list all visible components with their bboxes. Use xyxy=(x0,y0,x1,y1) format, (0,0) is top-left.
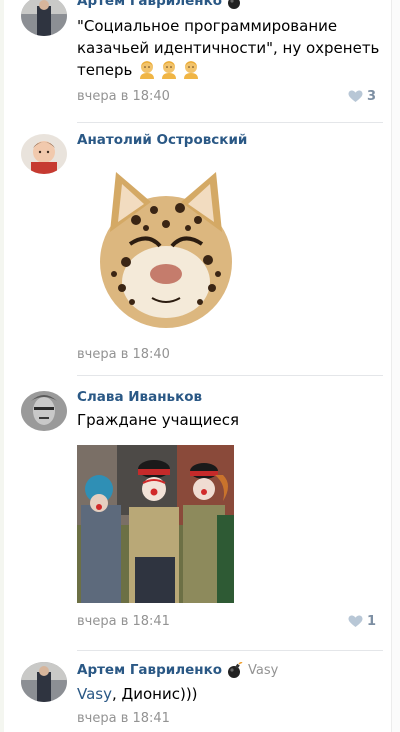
comment-date[interactable]: вчера в 18:40 xyxy=(77,89,170,104)
comment-text: Граждане учащиеся xyxy=(77,411,240,429)
like-count: 3 xyxy=(366,89,376,104)
author-name[interactable]: Анатолий Островский xyxy=(77,132,247,148)
comment-date[interactable]: вчера в 18:41 xyxy=(77,711,170,726)
person-blond-icon xyxy=(140,61,155,79)
author-name[interactable]: Артем Гавриленко xyxy=(77,662,222,678)
comment: Слава Иваньков Граждане учащиеся вчера в… xyxy=(0,375,392,650)
avatar[interactable] xyxy=(21,391,67,431)
comment: Артем Гавриленко "Социальное программиро… xyxy=(0,0,392,122)
mention-link[interactable]: Vasy xyxy=(77,685,112,703)
comment-date[interactable]: вчера в 18:41 xyxy=(77,614,170,629)
avatar[interactable] xyxy=(21,662,67,702)
like-count: 1 xyxy=(366,614,376,629)
scrollbar-track[interactable] xyxy=(391,0,400,732)
comment-body: , Дионис))) xyxy=(111,685,198,703)
comment-date[interactable]: вчера в 18:40 xyxy=(77,347,170,362)
avatar[interactable] xyxy=(21,134,67,174)
comment: Артем Гавриленко Vasy Vasy, Дионис))) вч… xyxy=(0,650,392,732)
cossack-clowns-photo[interactable] xyxy=(77,445,234,603)
comment-text: "Социальное программирование казачьей ид… xyxy=(77,15,382,81)
person-blond-icon xyxy=(184,61,199,79)
comment-body: "Социальное программирование казачьей ид… xyxy=(77,17,380,79)
bomb-icon xyxy=(227,0,243,9)
heart-icon xyxy=(348,615,363,627)
author-name[interactable]: Слава Иваньков xyxy=(77,389,202,405)
comment-text: Vasy, Дионис))) xyxy=(77,683,382,705)
bomb-icon xyxy=(227,662,243,678)
reply-to[interactable]: Vasy xyxy=(248,663,278,678)
author-name[interactable]: Артем Гавриленко xyxy=(77,0,222,9)
person-blond-icon xyxy=(162,61,177,79)
heart-icon xyxy=(348,90,363,102)
like-button[interactable]: 1 xyxy=(348,614,376,629)
avatar[interactable] xyxy=(21,0,67,36)
like-button[interactable]: 3 xyxy=(348,89,376,104)
comment: Анатолий Островский вчера в 18:40 xyxy=(0,122,392,375)
leopard-sticker xyxy=(96,162,236,332)
